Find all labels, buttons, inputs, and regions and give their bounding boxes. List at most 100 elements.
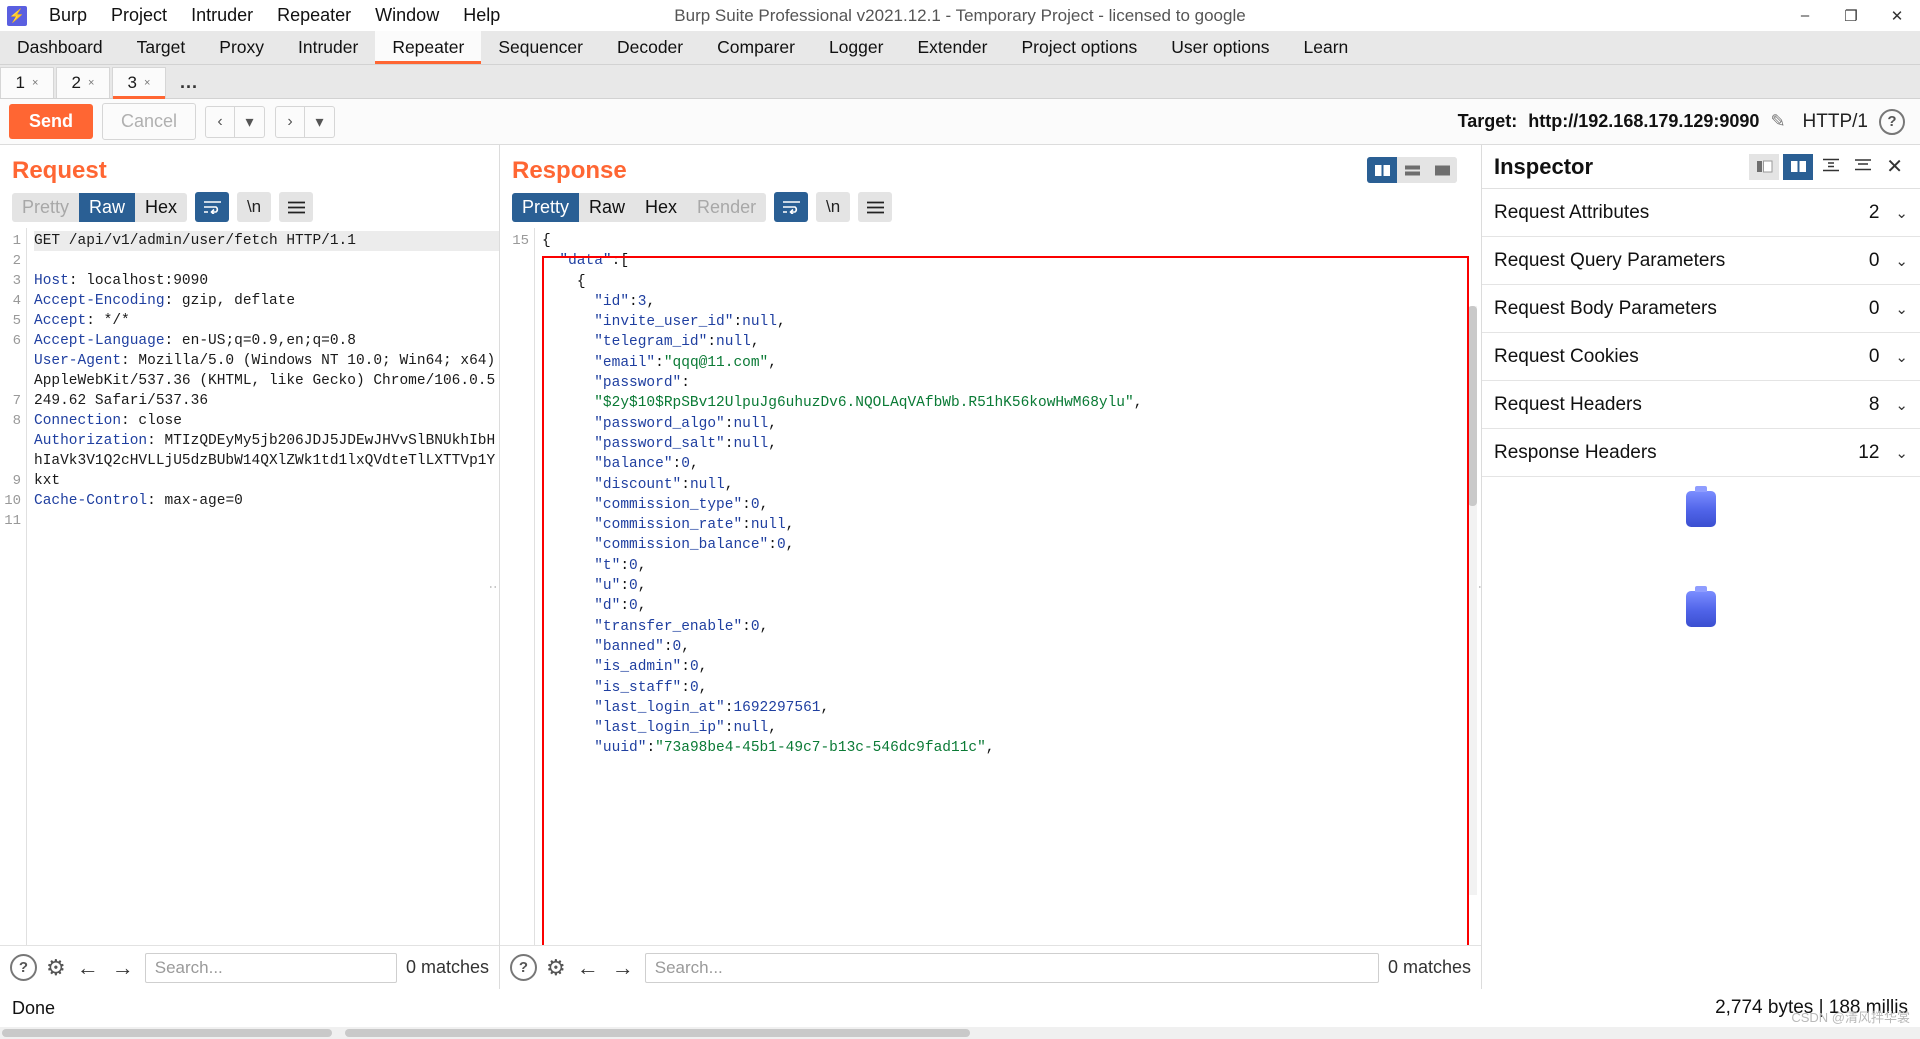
help-icon[interactable]: ? bbox=[10, 954, 37, 981]
bottom-scrollbar-thumb-right[interactable] bbox=[345, 1029, 970, 1037]
response-editor[interactable]: 15 { "data":[ { "id":3, "invite_user_id"… bbox=[500, 228, 1481, 945]
help-icon[interactable]: ? bbox=[510, 954, 537, 981]
tab-learn[interactable]: Learn bbox=[1286, 31, 1366, 64]
inspector-dock-right-icon[interactable] bbox=[1783, 153, 1814, 180]
wrap-lines-icon[interactable] bbox=[195, 192, 230, 222]
response-line-numbers: 15 bbox=[500, 228, 534, 945]
chevron-down-icon[interactable]: ⌄ bbox=[1895, 204, 1908, 222]
response-tab-render[interactable]: Render bbox=[687, 193, 766, 222]
pencil-icon[interactable]: ✎ bbox=[1770, 111, 1785, 132]
tab-dashboard[interactable]: Dashboard bbox=[0, 31, 120, 64]
close-icon[interactable]: × bbox=[144, 77, 150, 89]
tab-proxy[interactable]: Proxy bbox=[202, 31, 281, 64]
tab-extender[interactable]: Extender bbox=[900, 31, 1005, 64]
repeater-tab-2[interactable]: 2 × bbox=[56, 67, 110, 98]
menu-item-window[interactable]: Window bbox=[363, 3, 451, 28]
tab-sequencer[interactable]: Sequencer bbox=[481, 31, 600, 64]
chevron-down-icon[interactable]: ⌄ bbox=[1895, 348, 1908, 366]
hamburger-icon[interactable] bbox=[279, 192, 314, 222]
close-button[interactable]: ✕ bbox=[1874, 0, 1920, 31]
tab-logger[interactable]: Logger bbox=[811, 31, 901, 64]
maximize-button[interactable]: ❐ bbox=[1828, 0, 1874, 31]
go-forward-button[interactable]: › bbox=[275, 105, 306, 138]
collapse-all-icon[interactable] bbox=[1849, 156, 1877, 177]
newline-icon[interactable]: \n bbox=[816, 192, 851, 222]
response-scrollbar-thumb[interactable] bbox=[1468, 306, 1477, 506]
inspector-dock-left-icon[interactable] bbox=[1749, 153, 1780, 180]
request-view-tab-group: Pretty Raw Hex bbox=[12, 192, 188, 222]
wrap-lines-icon[interactable] bbox=[774, 192, 809, 222]
inspector-row-response-headers[interactable]: Response Headers 12 ⌄ bbox=[1482, 429, 1920, 477]
tab-comparer[interactable]: Comparer bbox=[700, 31, 812, 64]
chevron-down-icon[interactable]: ⌄ bbox=[1895, 300, 1908, 318]
request-tab-raw[interactable]: Raw bbox=[79, 192, 136, 222]
request-editor[interactable]: 1 2 3 4 5 6 7 8 9 10 11 GET /api/v1/admin/user/fet… bbox=[0, 228, 499, 945]
tab-decoder[interactable]: Decoder bbox=[599, 31, 701, 64]
request-code[interactable]: GET /api/v1/admin/user/fetch HTTP/1.1 Ho… bbox=[26, 228, 499, 945]
target-label: Target: bbox=[1457, 111, 1518, 131]
tab-target[interactable]: Target bbox=[119, 31, 203, 64]
request-search-bar: ? ⚙ ← → 0 matches bbox=[0, 945, 499, 989]
repeater-tab-3[interactable]: 3 × bbox=[112, 67, 166, 99]
inspector-panel: Inspector ✕ Request Attributes 2 ⌄ Reque… bbox=[1482, 145, 1920, 989]
menu-bar: Burp Project Intruder Repeater Window He… bbox=[37, 3, 512, 28]
gear-icon[interactable]: ⚙ bbox=[46, 955, 66, 981]
response-code[interactable]: { "data":[ { "id":3, "invite_user_id":nu… bbox=[534, 228, 1481, 945]
minimize-button[interactable]: – bbox=[1782, 0, 1828, 31]
split-horizontal-icon[interactable] bbox=[1397, 157, 1427, 183]
help-icon[interactable]: ? bbox=[1879, 108, 1905, 135]
chevron-down-icon[interactable]: ⌄ bbox=[1895, 252, 1908, 270]
close-icon[interactable]: × bbox=[88, 77, 94, 89]
request-tab-pretty[interactable]: Pretty bbox=[12, 193, 79, 222]
inspector-row-request-query-parameters[interactable]: Request Query Parameters 0 ⌄ bbox=[1482, 237, 1920, 285]
search-next-icon[interactable]: → bbox=[110, 955, 136, 981]
chevron-down-icon[interactable]: ⌄ bbox=[1895, 444, 1908, 462]
send-button[interactable]: Send bbox=[9, 104, 94, 139]
tab-user-options[interactable]: User options bbox=[1154, 31, 1287, 64]
tab-project-options[interactable]: Project options bbox=[1004, 31, 1155, 64]
inspector-row-request-body-parameters[interactable]: Request Body Parameters 0 ⌄ bbox=[1482, 285, 1920, 333]
repeater-tab-1[interactable]: 1 × bbox=[0, 67, 54, 98]
newline-icon[interactable]: \n bbox=[237, 192, 272, 222]
menu-item-intruder[interactable]: Intruder bbox=[179, 3, 265, 28]
repeater-tab-overflow[interactable]: ... bbox=[168, 67, 210, 98]
menu-item-burp[interactable]: Burp bbox=[37, 3, 99, 28]
response-tab-hex[interactable]: Hex bbox=[635, 193, 687, 222]
tab-repeater[interactable]: Repeater bbox=[375, 31, 482, 64]
bottom-scrollbar-thumb-left[interactable] bbox=[2, 1029, 332, 1037]
inspector-close-icon[interactable]: ✕ bbox=[1881, 154, 1908, 179]
close-icon[interactable]: × bbox=[32, 77, 38, 89]
response-tab-raw[interactable]: Raw bbox=[579, 193, 635, 222]
inspector-row-request-cookies[interactable]: Request Cookies 0 ⌄ bbox=[1482, 333, 1920, 381]
back-history-dropdown[interactable]: ▾ bbox=[235, 105, 266, 138]
tab-intruder[interactable]: Intruder bbox=[281, 31, 376, 64]
search-prev-icon[interactable]: ← bbox=[575, 955, 601, 981]
hamburger-icon[interactable] bbox=[858, 192, 893, 222]
split-vertical-icon[interactable] bbox=[1367, 157, 1397, 183]
menu-item-help[interactable]: Help bbox=[451, 3, 512, 28]
inspector-row-request-headers[interactable]: Request Headers 8 ⌄ bbox=[1482, 381, 1920, 429]
expand-all-icon[interactable] bbox=[1817, 156, 1845, 177]
chevron-down-icon[interactable]: ⌄ bbox=[1895, 396, 1908, 414]
forward-nav-group: › ▾ bbox=[275, 105, 336, 138]
status-left-text: Done bbox=[12, 997, 56, 1018]
response-search-input[interactable] bbox=[644, 952, 1379, 983]
response-tab-pretty[interactable]: Pretty bbox=[512, 192, 580, 222]
cancel-button[interactable]: Cancel bbox=[102, 103, 197, 140]
single-pane-icon[interactable] bbox=[1427, 157, 1457, 183]
search-next-icon[interactable]: → bbox=[610, 955, 636, 981]
menu-item-repeater[interactable]: Repeater bbox=[265, 3, 363, 28]
http-version-label[interactable]: HTTP/1 bbox=[1803, 111, 1868, 133]
go-back-button[interactable]: ‹ bbox=[205, 105, 236, 138]
request-panel: Request Pretty Raw Hex \n 123 4 5 6 7 8 … bbox=[0, 145, 500, 989]
bottom-scrollbar[interactable] bbox=[0, 1027, 1920, 1039]
gear-icon[interactable]: ⚙ bbox=[546, 955, 566, 981]
panel-resize-handle[interactable]: ⋮ bbox=[488, 580, 499, 593]
search-prev-icon[interactable]: ← bbox=[75, 955, 101, 981]
inspector-row-request-attributes[interactable]: Request Attributes 2 ⌄ bbox=[1482, 189, 1920, 237]
request-tab-hex[interactable]: Hex bbox=[135, 193, 187, 222]
menu-item-project[interactable]: Project bbox=[99, 3, 179, 28]
inspector-row-label: Request Headers bbox=[1494, 393, 1642, 415]
request-search-input[interactable] bbox=[144, 952, 397, 983]
forward-history-dropdown[interactable]: ▾ bbox=[305, 105, 336, 138]
